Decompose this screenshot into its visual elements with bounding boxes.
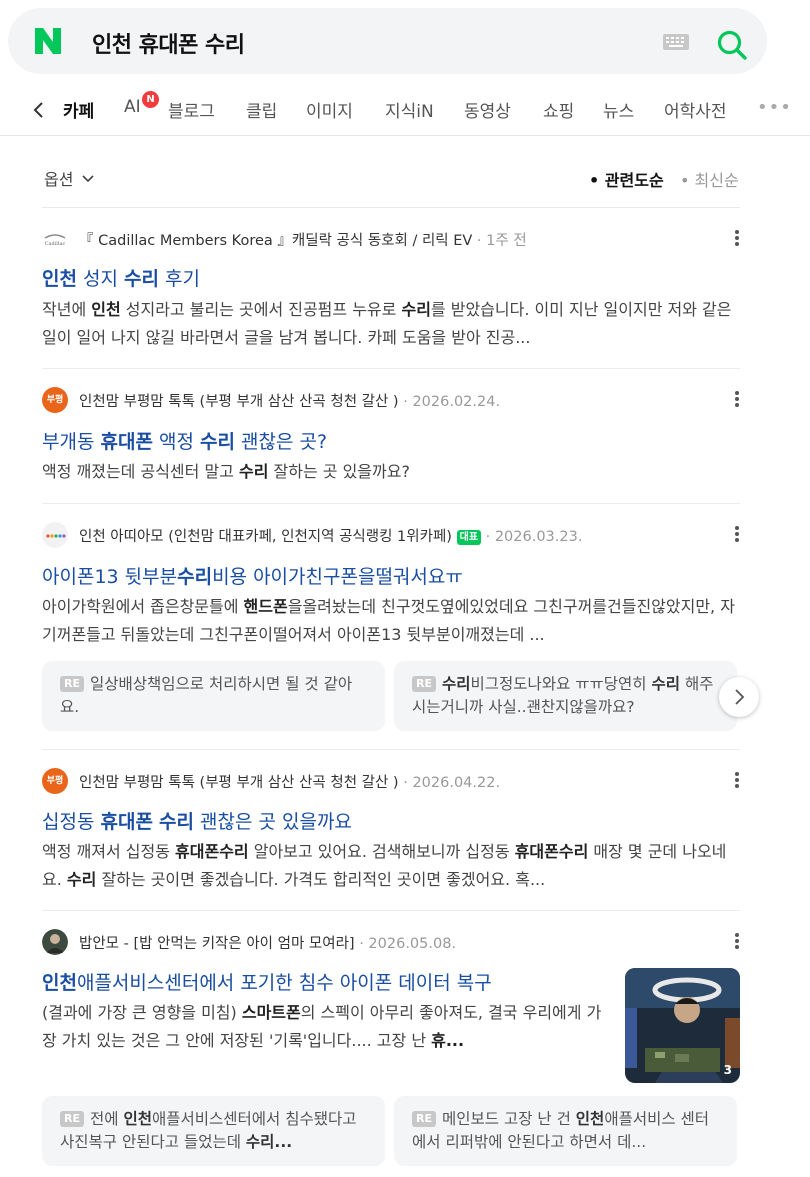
result-thumbnail[interactable]: 3	[625, 968, 740, 1083]
result-title[interactable]: 십정동 휴대폰 수리 괜찮은 곳 있을까요	[42, 807, 352, 834]
sort-recent[interactable]: • 최신순	[680, 167, 739, 191]
options-button[interactable]: 옵션	[44, 166, 95, 190]
sort-relevance[interactable]: • 관련도순	[589, 167, 664, 191]
cafe-avatar-icon[interactable]	[42, 522, 68, 548]
result-description: 작년에 인천 성지라고 불리는 곳에서 진공펌프 누유로 수리를 받았습니다. …	[42, 300, 732, 347]
re-badge: RE	[60, 676, 84, 692]
result-title[interactable]: 아이폰13 뒷부분수리비용 아이가친구폰을떨궈서요ㅠ	[42, 562, 463, 589]
re-badge: RE	[412, 1111, 436, 1127]
chevron-down-icon	[81, 175, 94, 183]
kebab-menu-icon[interactable]	[734, 525, 740, 543]
result-meta: 인천 아띠아모 (인천맘 대표카페, 인천지역 공식랭킹 1위카페) 대표 · …	[42, 522, 740, 548]
cafe-name[interactable]: 밥안모 - [밥 안먹는 키작은 아이 엄마 모여라] · 2026.05.08…	[79, 932, 456, 953]
kebab-menu-icon[interactable]	[734, 390, 740, 408]
result-description: (결과에 가장 큰 영향을 미침) 스마트폰의 스펙이 아무리 좋아져도, 결국…	[42, 1003, 602, 1050]
new-badge: N	[142, 91, 159, 108]
tab-image[interactable]: 이미지	[306, 97, 353, 122]
result-meta: 부평 인천맘 부평맘 톡톡 (부평 부개 삼산 산곡 청천 갈산 ) · 202…	[42, 387, 740, 413]
search-tabs: 카페 AI 블로그 클립 이미지 지식iN 동영상 쇼핑 뉴스 어학사전 •••	[0, 84, 810, 136]
keyboard-icon[interactable]	[662, 31, 690, 53]
cafe-name[interactable]: 인천맘 부평맘 톡톡 (부평 부개 삼산 산곡 청천 갈산 ) · 2026.0…	[79, 390, 500, 411]
result-meta: 부평 인천맘 부평맘 톡톡 (부평 부개 삼산 산곡 청천 갈산 ) · 202…	[42, 768, 740, 794]
tab-blog[interactable]: 블로그	[168, 97, 215, 122]
result-title[interactable]: 부개동 휴대폰 액정 수리 괜찮은 곳?	[42, 427, 327, 454]
tab-ai[interactable]: AI	[124, 97, 141, 117]
representative-badge: 대표	[456, 530, 481, 545]
result-description: 액정 깨졌는데 공식센터 말고 수리 잘하는 곳 있을까요?	[42, 462, 410, 481]
divider	[42, 910, 740, 911]
re-badge: RE	[60, 1111, 84, 1127]
cafe-name[interactable]: 『 Cadillac Members Korea 』캐딜락 공식 동호회 / 리…	[79, 229, 527, 250]
tab-shopping[interactable]: 쇼핑	[543, 97, 574, 122]
result-item: 부평 인천맘 부평맘 톡톡 (부평 부개 삼산 산곡 청천 갈산 ) · 202…	[42, 387, 740, 487]
result-meta: 밥안모 - [밥 안먹는 키작은 아이 엄마 모여라] · 2026.05.08…	[42, 929, 740, 955]
tab-clip[interactable]: 클립	[246, 97, 277, 122]
search-bar: 인천 휴대폰 수리	[8, 8, 767, 74]
cadillac-logo-icon[interactable]: Cadillac	[42, 226, 68, 252]
image-count: 3	[723, 1063, 732, 1077]
more-tabs-icon[interactable]: •••	[757, 97, 792, 118]
tab-news[interactable]: 뉴스	[603, 97, 634, 122]
cafe-avatar[interactable]: 부평	[42, 387, 68, 413]
kebab-menu-icon[interactable]	[734, 771, 740, 789]
cafe-avatar[interactable]: 부평	[42, 768, 68, 794]
reply-card[interactable]: RE 수리비그정도나와요 ㅠㅠ당연히 수리 해주시는거니까 사실..괜찬지않을까요…	[394, 661, 737, 731]
kebab-menu-icon[interactable]	[734, 932, 740, 950]
chevron-right-icon	[735, 689, 745, 705]
result-description: 아이가학원에서 좁은창문틀에 핸드폰을올려놨는데 친구껏도옆에있었데요 그친구꺼…	[42, 597, 735, 644]
reply-card[interactable]: RE 전에 인천애플서비스센터에서 침수됐다고 사진복구 안된다고 들었는데 수리…	[42, 1096, 385, 1166]
cafe-name[interactable]: 인천 아띠아모 (인천맘 대표카페, 인천지역 공식랭킹 1위카페) 대표 · …	[79, 525, 582, 546]
divider	[42, 749, 740, 750]
svg-text:Cadillac: Cadillac	[45, 241, 66, 247]
result-title[interactable]: 인천 성지 수리 후기	[42, 264, 200, 291]
cafe-name[interactable]: 인천맘 부평맘 톡톡 (부평 부개 삼산 산곡 청천 갈산 ) · 2026.0…	[79, 771, 500, 792]
chevron-left-icon[interactable]	[31, 98, 47, 122]
kebab-menu-icon[interactable]	[734, 229, 740, 247]
tab-dictionary[interactable]: 어학사전	[664, 97, 727, 122]
next-replies-button[interactable]	[719, 677, 759, 717]
result-meta: Cadillac 『 Cadillac Members Korea 』캐딜락 공…	[42, 226, 740, 252]
result-item: 부평 인천맘 부평맘 톡톡 (부평 부개 삼산 산곡 청천 갈산 ) · 202…	[42, 768, 740, 898]
result-item: Cadillac 『 Cadillac Members Korea 』캐딜락 공…	[42, 226, 740, 356]
reply-card[interactable]: RE 일상배상책임으로 처리하시면 될 것 같아요.	[42, 661, 385, 731]
tab-kin[interactable]: 지식iN	[385, 97, 434, 122]
result-title[interactable]: 인천애플서비스센터에서 포기한 침수 아이폰 데이터 복구	[42, 968, 492, 995]
tab-video[interactable]: 동영상	[464, 97, 511, 122]
search-icon[interactable]	[715, 28, 749, 62]
result-description: 액정 깨져서 십정동 휴대폰수리 알아보고 있어요. 검색해보니까 십정동 휴대…	[42, 842, 727, 889]
divider	[42, 207, 740, 208]
user-avatar-icon[interactable]	[42, 929, 68, 955]
reply-card[interactable]: RE 메인보드 고장 난 건 인천애플서비스 센터에서 리퍼밖에 안된다고 하면서…	[394, 1096, 737, 1166]
naver-logo-icon[interactable]	[33, 26, 63, 56]
divider	[42, 503, 740, 504]
options-label: 옵션	[44, 170, 74, 189]
divider	[42, 368, 740, 369]
tab-cafe[interactable]: 카페	[63, 97, 94, 122]
search-input[interactable]: 인천 휴대폰 수리	[92, 27, 245, 59]
re-badge: RE	[412, 676, 436, 692]
